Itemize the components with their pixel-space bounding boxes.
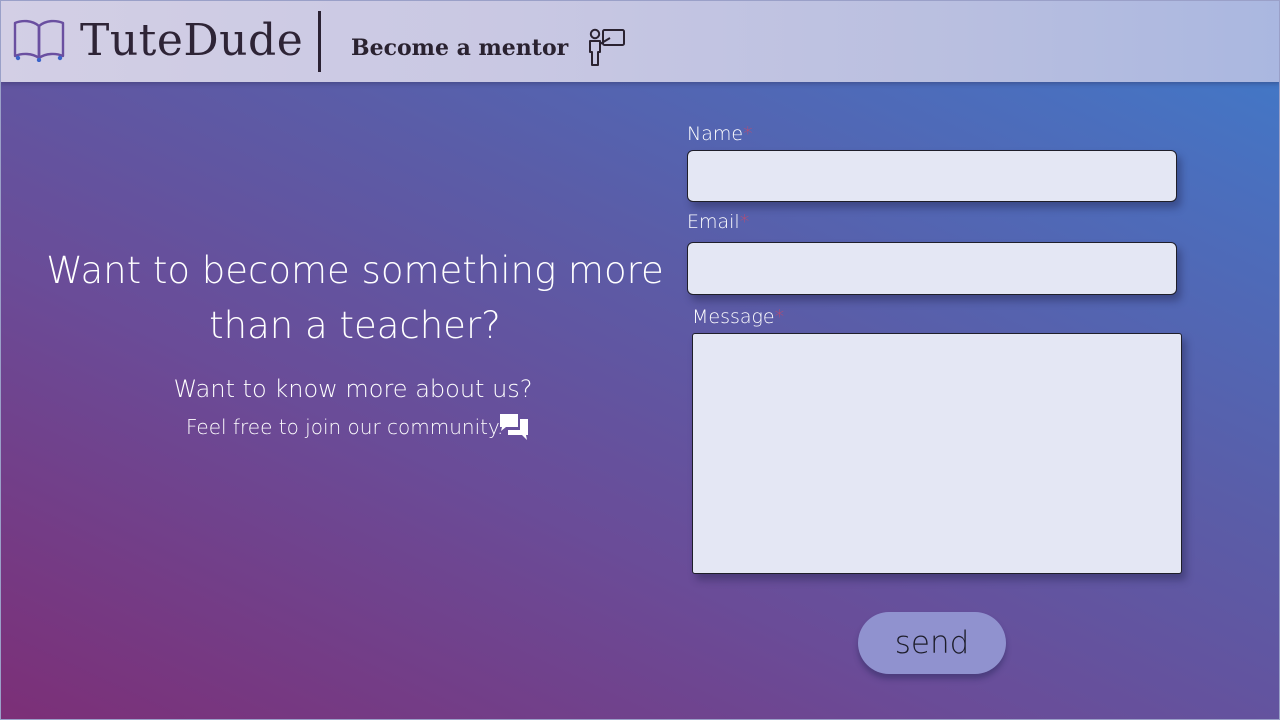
message-label: Message* (692, 306, 785, 328)
name-input[interactable] (687, 150, 1177, 202)
hero-subtitle: Want to know more about us? (173, 375, 533, 403)
name-label: Name* (687, 123, 753, 145)
email-input[interactable] (687, 242, 1177, 295)
required-mark: * (739, 211, 750, 233)
become-mentor-link[interactable]: Become a mentor (351, 33, 568, 63)
required-mark: * (774, 306, 785, 328)
chat-bubbles-icon[interactable] (499, 413, 529, 441)
required-mark: * (743, 123, 753, 145)
header-divider (318, 11, 321, 72)
site-header: TuteDude Become a mentor (0, 0, 1280, 82)
brand-name[interactable]: TuteDude (80, 14, 303, 68)
message-textarea[interactable] (692, 333, 1182, 574)
send-button[interactable]: send (858, 612, 1006, 674)
join-community-text: Feel free to join our community. (186, 415, 504, 439)
email-label: Email* (687, 211, 750, 233)
open-book-icon[interactable] (12, 18, 66, 62)
teacher-board-icon[interactable] (586, 27, 626, 67)
hero-title: Want to become something more than a tea… (46, 249, 664, 347)
